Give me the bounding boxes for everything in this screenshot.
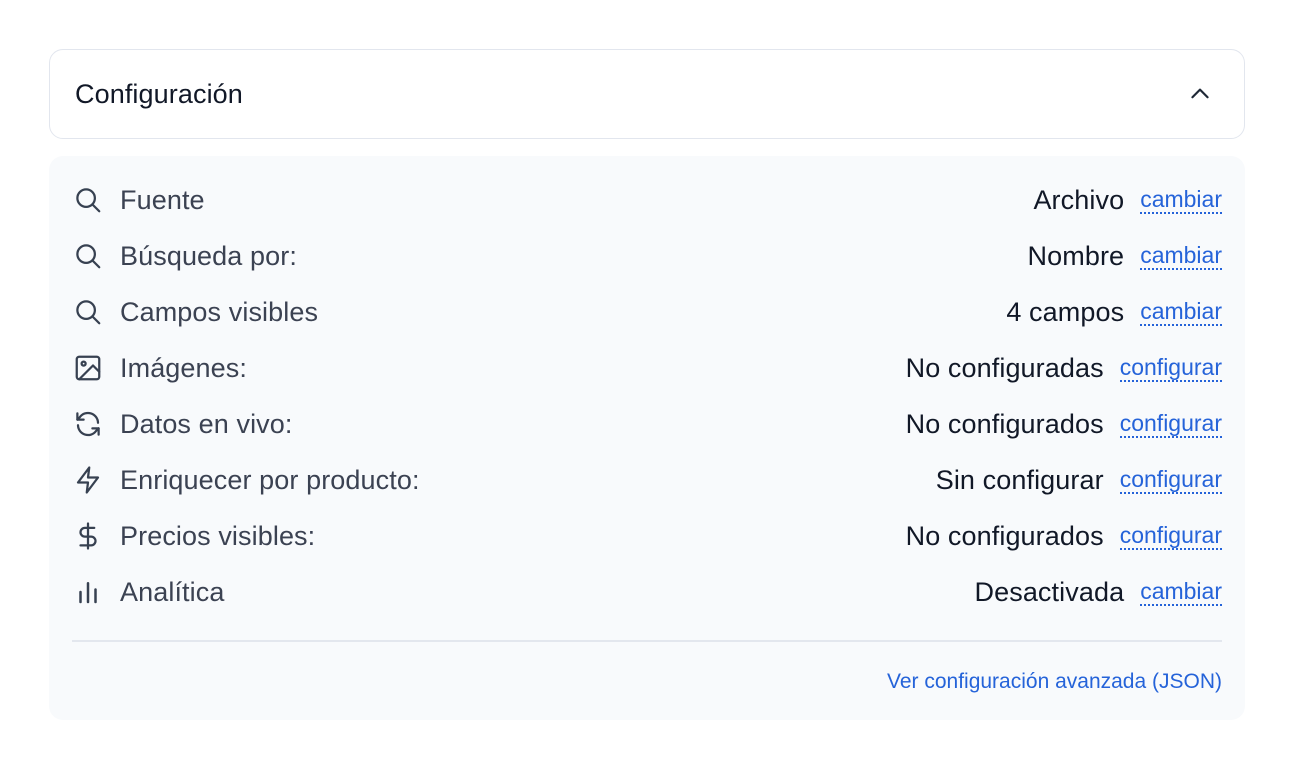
setting-row: Datos en vivo: No configurados configurar [72,396,1222,452]
setting-value: No configuradas [905,352,1104,383]
setting-row: Campos visibles 4 campos cambiar [72,284,1222,340]
setting-value-group: No configuradas configurar [906,353,1222,384]
setting-value: Desactivada [974,576,1125,607]
dollar-icon [72,520,104,552]
collapse-button[interactable] [1180,74,1220,114]
setting-value-group: Desactivada cambiar [974,576,1222,608]
setting-configurar-link[interactable]: configurar [1119,354,1222,382]
setting-label-group: Precios visibles: [72,520,315,552]
footer: Ver configuración avanzada (JSON) [72,670,1222,694]
setting-label: Búsqueda por: [120,240,297,271]
setting-label: Imágenes: [120,352,247,383]
bolt-icon [72,464,104,496]
setting-label-group: Enriquecer por producto: [72,464,420,496]
settings-list: Fuente Archivo cambiar Búsqueda por: Nombre c… [72,172,1222,620]
search-icon [72,296,104,328]
setting-row: Fuente Archivo cambiar [72,172,1222,228]
setting-label-group: Imágenes: [72,352,247,384]
search-icon [72,240,104,272]
setting-label-group: Campos visibles [72,296,318,328]
settings-card: Configuración Fuente Archivo cambiar Búsque… [49,49,1245,720]
setting-value-group: 4 campos cambiar [1006,297,1222,328]
bar-chart-icon [72,576,104,608]
setting-row: Analítica Desactivada cambiar [72,564,1222,620]
section-title: Configuración [75,78,243,109]
setting-row: Imágenes: No configuradas configurar [72,340,1222,396]
setting-configurar-link[interactable]: configurar [1119,410,1222,438]
setting-value-group: Nombre cambiar [1028,241,1222,272]
setting-value-group: Sin configurar configurar [936,465,1222,496]
setting-value: No configurados [905,520,1104,551]
section-header[interactable]: Configuración [49,49,1245,139]
setting-row: Enriquecer por producto: Sin configurar co… [72,452,1222,508]
refresh-icon [72,408,104,440]
setting-configurar-link[interactable]: configurar [1119,522,1222,550]
setting-value: Nombre [1027,240,1125,271]
setting-value: Archivo [1033,184,1125,215]
setting-row: Búsqueda por: Nombre cambiar [72,228,1222,284]
chevron-up-icon [1191,88,1209,99]
setting-label-group: Búsqueda por: [72,240,297,272]
setting-value: No configurados [905,408,1104,439]
setting-row: Precios visibles: No configurados configur… [72,508,1222,564]
setting-label: Analítica [120,576,225,607]
setting-value: 4 campos [1006,296,1125,327]
setting-label-group: Fuente [72,184,205,216]
search-icon [72,184,104,216]
setting-value-group: No configurados configurar [906,409,1222,440]
setting-value: Sin configurar [935,464,1104,495]
setting-cambiar-link[interactable]: cambiar [1140,242,1222,270]
setting-label: Enriquecer por producto: [120,464,420,495]
setting-label-group: Datos en vivo: [72,408,292,440]
setting-cambiar-link[interactable]: cambiar [1140,186,1222,214]
settings-panel: Fuente Archivo cambiar Búsqueda por: Nombre c… [49,156,1245,720]
setting-label: Precios visibles: [120,520,316,551]
setting-cambiar-link[interactable]: cambiar [1140,578,1222,606]
setting-cambiar-link[interactable]: cambiar [1140,298,1222,326]
setting-value-group: No configurados configurar [906,521,1222,552]
setting-configurar-link[interactable]: configurar [1119,466,1222,494]
setting-value-group: Archivo cambiar [1033,185,1222,216]
setting-label: Fuente [120,184,205,215]
setting-label: Campos visibles [120,296,319,327]
setting-label-group: Analítica [72,576,224,608]
advanced-config-link[interactable]: Ver configuración avanzada (JSON) [887,670,1222,694]
divider [72,640,1222,642]
setting-label: Datos en vivo: [120,408,293,439]
image-icon [72,352,104,384]
